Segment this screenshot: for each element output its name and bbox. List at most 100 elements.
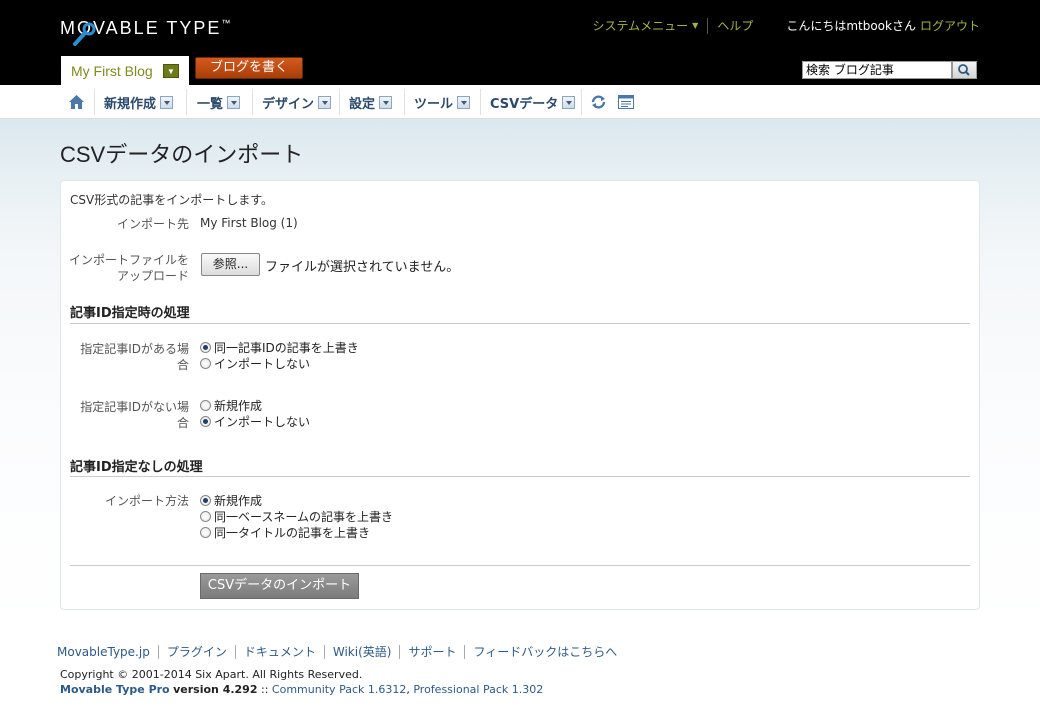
radio-unchecked[interactable] [200,511,211,522]
search-input[interactable]: 検索 ブログ記事 [802,61,952,79]
divider [234,644,236,659]
chevron-down-icon[interactable] [227,95,241,109]
divider [480,89,481,115]
footer-link-docs[interactable]: ドキュメント [244,643,316,660]
radio-label: 同一ベースネームの記事を上書き [214,510,394,524]
system-menu-link[interactable]: システムメニュー [593,17,689,34]
divider [464,644,466,659]
import-csv-button[interactable]: CSVデータのインポート [200,573,359,599]
copyright-text: Copyright © 2001-2014 Six Apart. All Rig… [60,668,363,681]
nav-create-label: 新規作成 [104,96,157,112]
chevron-down-icon[interactable]: ▼ [692,21,698,30]
radio-label: 新規作成 [214,494,263,508]
upload-label-line2: アップロード [116,269,189,283]
divider [70,565,970,566]
nav-settings-label: 設定 [349,96,376,112]
radio-method-title[interactable]: 同一タイトルの記事を上書き [200,524,370,541]
footer-link-feedback[interactable]: フィードバックはこちらへ [473,643,617,660]
section-no-id-title: 記事ID指定なしの処理 [70,460,203,475]
chevron-down-icon[interactable]: ▼ [163,64,179,78]
radio-label: 同一記事IDの記事を上書き [214,341,359,355]
chevron-down-icon[interactable] [318,95,332,109]
import-method-label: インポート方法 [104,494,189,508]
upload-label-line1: インポートファイルを [68,253,189,267]
radio-without-id-skip[interactable]: インポートしない [200,413,310,430]
nav-design-label: デザイン [262,96,315,112]
radio-without-id-create[interactable]: 新規作成 [200,397,262,414]
footer-link-wiki[interactable]: Wiki(英語) [333,643,392,660]
divider [707,17,709,34]
search-icon [958,64,970,76]
radio-with-id-skip[interactable]: インポートしない [200,355,310,372]
without-id-label-line2: 合 [176,416,189,430]
user-greeting: こんにちはmtbookさん [786,19,916,33]
divider [186,89,187,115]
no-file-text: ファイルが選択されていません。 [265,260,460,275]
radio-label: 新規作成 [214,399,263,413]
chevron-down-icon[interactable] [562,95,576,109]
radio-unchecked[interactable] [200,527,211,538]
radio-unchecked[interactable] [200,358,211,369]
radio-label: 同一タイトルの記事を上書き [214,526,371,540]
nav-settings[interactable]: 設定 [349,85,393,119]
nav-list[interactable]: 一覧 [197,85,241,119]
footer-links: MovableType.jp プラグイン ドキュメント Wiki(英語) サポー… [57,643,617,660]
view-site-icon[interactable] [618,95,634,109]
logout-link[interactable]: ログアウト [920,17,980,34]
write-blog-button[interactable]: ブログを書く [195,57,303,79]
divider [94,89,95,115]
refresh-icon[interactable] [590,94,607,110]
footer-link-plugins[interactable]: プラグイン [167,643,227,660]
wrench-icon [73,22,96,46]
top-utility-links: システムメニュー ▼ ヘルプ こんにちはmtbookさん ログアウト [593,17,980,34]
divider [339,89,340,115]
browse-button[interactable]: 参照... [201,253,260,276]
nav-tools[interactable]: ツール [414,85,471,119]
divider [399,644,401,659]
professional-pack-link[interactable]: Professional Pack 1.302 [413,683,543,696]
chevron-down-icon[interactable] [160,95,174,109]
footer-link-movabletype[interactable]: MovableType.jp [57,645,150,659]
blog-name: My First Blog [71,63,153,79]
divider [323,644,325,659]
radio-with-id-overwrite[interactable]: 同一記事IDの記事を上書き [200,339,359,356]
nav-csv-data-label: CSVデータ [490,96,559,112]
nav-csv-data[interactable]: CSVデータ [490,85,576,119]
import-target-label: インポート先 [116,217,189,231]
radio-checked[interactable] [200,416,211,427]
content-panel [60,180,980,610]
radio-checked[interactable] [200,342,211,353]
intro-text: CSV形式の記事をインポートします。 [70,193,274,207]
with-id-label-line2: 合 [176,358,189,372]
nav-list-label: 一覧 [197,96,224,112]
radio-unchecked[interactable] [200,400,211,411]
home-icon[interactable] [68,94,85,110]
radio-label: インポートしない [214,357,311,371]
search-button[interactable] [952,61,977,79]
help-link[interactable]: ヘルプ [717,17,753,34]
header: MOVABLE TYPE ™ システムメニュー ▼ ヘルプ こんにちはmtbook… [0,0,1040,85]
logo-tm: ™ [221,18,231,28]
community-pack-link[interactable]: Community Pack 1.6312 [272,683,406,696]
without-id-label-line1: 指定記事IDがない場 [80,400,189,414]
nav-create[interactable]: 新規作成 [104,85,174,119]
product-link[interactable]: Movable Type Pro [60,683,170,696]
with-id-label-line1: 指定記事IDがある場 [80,342,189,356]
import-target-value: My First Blog (1) [200,216,298,230]
main-nav: 新規作成 一覧 デザイン 設定 ツール CSVデータ [0,85,1040,119]
radio-method-basename[interactable]: 同一ベースネームの記事を上書き [200,508,393,525]
radio-checked[interactable] [200,495,211,506]
chevron-down-icon[interactable] [457,95,471,109]
section-id-specified-title: 記事ID指定時の処理 [70,306,190,321]
version-number: version 4.292 [173,683,258,696]
blog-selector[interactable]: My First Blog ▼ [61,56,189,85]
nav-tools-label: ツール [414,96,454,112]
radio-method-create[interactable]: 新規作成 [200,492,262,509]
chevron-down-icon[interactable] [379,95,393,109]
divider [252,89,253,115]
footer-link-support[interactable]: サポート [408,643,456,660]
nav-design[interactable]: デザイン [262,85,332,119]
divider [157,644,159,659]
divider [70,476,970,477]
page-title: CSVデータのインポート [60,142,304,167]
